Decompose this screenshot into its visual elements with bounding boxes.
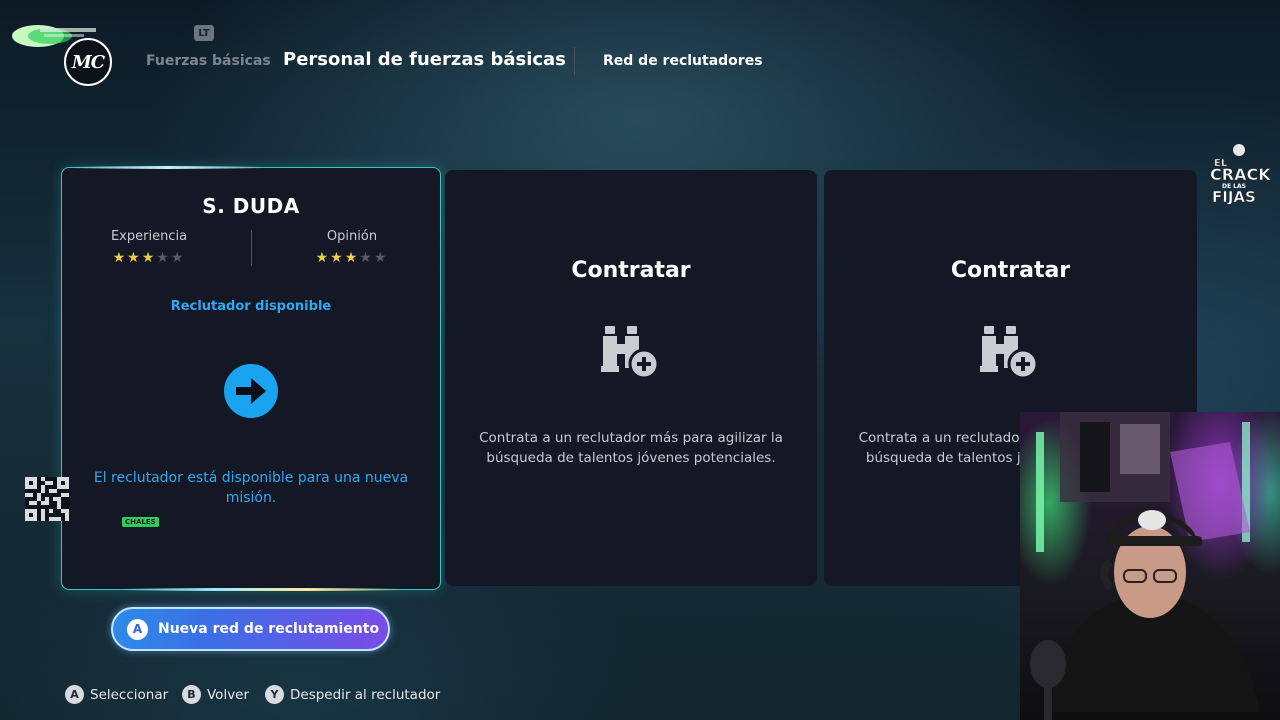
svg-text:CRACK: CRACK xyxy=(1210,165,1271,184)
hire-card[interactable]: Contratar Contrata a un reclutador más p… xyxy=(445,170,817,586)
arrow-right-circle-icon[interactable] xyxy=(223,363,279,419)
b-button-glyph: B xyxy=(182,685,201,704)
star-empty-icon: ★ xyxy=(373,250,389,266)
webcam-illustration xyxy=(1030,412,1260,720)
star-filled-icon: ★ xyxy=(330,250,345,266)
star-empty-icon: ★ xyxy=(156,250,171,266)
star-filled-icon: ★ xyxy=(141,250,157,266)
opinion-stars: ★★★★★ xyxy=(277,250,427,266)
recruiter-card[interactable]: S. DUDA Experiencia ★★★★★ Opinión ★★★★★ … xyxy=(61,166,441,591)
hire-title: Contratar xyxy=(571,258,691,283)
hint-back-label: Volver xyxy=(207,686,250,703)
hint-select-label: Seleccionar xyxy=(90,686,169,703)
a-button-glyph: A xyxy=(127,618,148,640)
opinion-label: Opinión xyxy=(326,229,378,244)
nav-divider xyxy=(574,47,575,75)
tab-fuerzas-basicas[interactable]: Fuerzas básicas xyxy=(146,53,271,69)
star-empty-icon: ★ xyxy=(170,250,186,266)
tab-personal-fuerzas-basicas[interactable]: Personal de fuerzas básicas xyxy=(283,49,566,70)
binoculars-add-icon xyxy=(980,326,1039,380)
hint-fire-recruiter-label: Despedir al reclutador xyxy=(290,686,441,703)
recruiter-description: El reclutador está disponible para una n… xyxy=(93,470,409,506)
star-filled-icon: ★ xyxy=(344,250,360,266)
tab-red-reclutadores[interactable]: Red de reclutadores xyxy=(603,53,763,69)
experience-label: Experiencia xyxy=(110,229,188,244)
star-empty-icon: ★ xyxy=(359,250,374,266)
new-recruitment-network-label: Nueva red de reclutamiento xyxy=(158,621,380,637)
a-button-glyph: A xyxy=(65,685,84,704)
career-mode-logo: MC xyxy=(64,38,112,86)
y-button-glyph: Y xyxy=(265,685,284,704)
recruiter-name: S. DUDA xyxy=(202,194,300,218)
qr-code-icon xyxy=(25,477,69,521)
binoculars-add-icon xyxy=(601,326,660,380)
hire-title: Contratar xyxy=(950,258,1071,283)
star-filled-icon: ★ xyxy=(112,250,128,266)
streamer-webcam xyxy=(1020,412,1280,720)
experience-stars: ★★★★★ xyxy=(74,250,224,266)
experience-stat: Experiencia ★★★★★ xyxy=(74,229,224,266)
overlay-tag: CHALES xyxy=(122,517,159,527)
recruiter-status: Reclutador disponible xyxy=(170,299,332,314)
streamer-corner-logo: EL CRACK DE LAS FIJAS xyxy=(1210,144,1271,204)
hint-fire-recruiter[interactable]: Y Despedir al reclutador xyxy=(265,685,440,704)
hire-description: Contrata a un reclutador más para agiliz… xyxy=(479,430,783,466)
stat-divider xyxy=(251,230,252,266)
hint-back[interactable]: B Volver xyxy=(182,685,249,704)
lt-button-hint: LT xyxy=(194,25,214,41)
hint-select[interactable]: A Seleccionar xyxy=(65,685,168,704)
opinion-stat: Opinión ★★★★★ xyxy=(277,229,427,266)
star-filled-icon: ★ xyxy=(127,250,142,266)
svg-text:FIJAS: FIJAS xyxy=(1212,188,1256,204)
new-recruitment-network-button[interactable]: A Nueva red de reclutamiento xyxy=(111,607,390,651)
star-filled-icon: ★ xyxy=(315,250,331,266)
